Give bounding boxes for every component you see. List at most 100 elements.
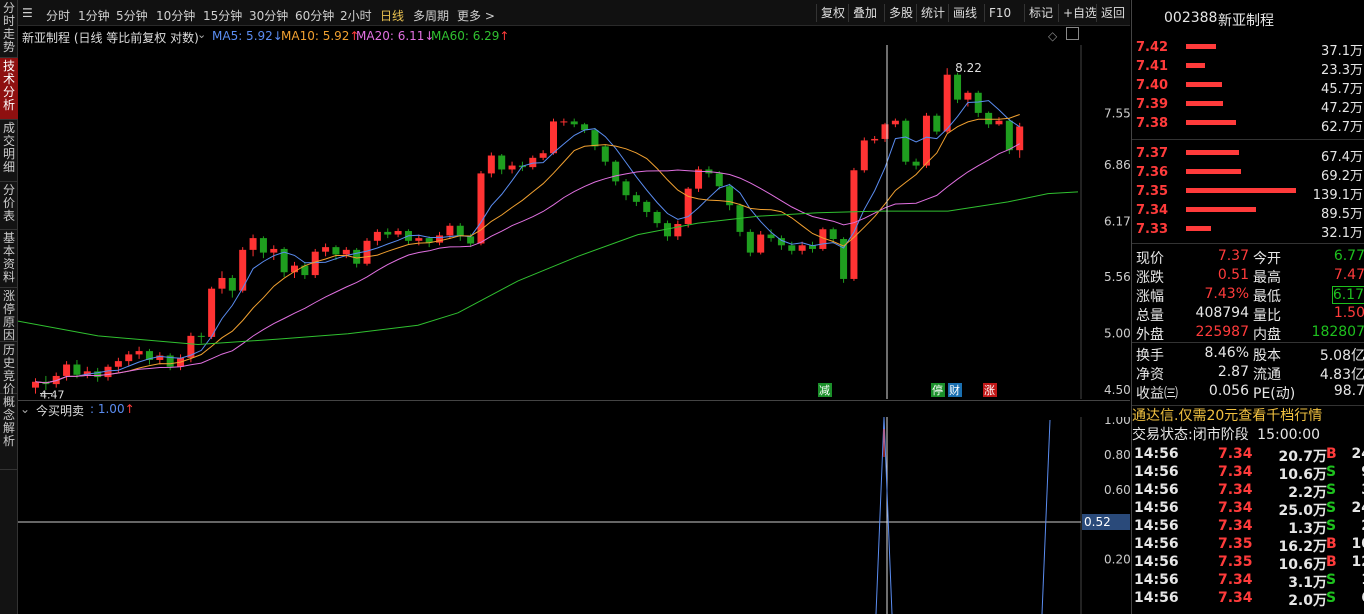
toolbar-button-8[interactable]: 返回 <box>1096 4 1129 22</box>
period-tab-2[interactable]: 5分钟 <box>116 7 148 24</box>
indicator-settings-icon[interactable]: ⌄ <box>20 402 30 416</box>
period-tab-0[interactable]: 分时 <box>46 7 70 24</box>
tick-row[interactable]: 14:56 7.34 20.7万B 24 <box>1132 446 1364 465</box>
tick-price: 7.35 <box>1218 554 1253 570</box>
stock-header: 002388 新亚制程 <box>1132 10 1364 29</box>
order-price: 7.42 <box>1136 40 1169 55</box>
toolbar-button-1[interactable]: 叠加 <box>848 4 881 22</box>
stat-value: 0.51 <box>1217 267 1249 283</box>
tick-side: S <box>1326 500 1337 516</box>
candle <box>342 249 350 255</box>
maximize-icon[interactable] <box>1066 27 1079 40</box>
period-tab-7[interactable]: 2小时 <box>340 7 372 24</box>
tick-row[interactable]: 14:567.3410.6万S9 <box>1132 464 1364 483</box>
candle <box>767 234 775 239</box>
side-tab[interactable]: 技术分析 <box>0 58 18 120</box>
tick-row[interactable]: 14:56 7.34 25.0万S 24 <box>1132 500 1364 519</box>
candle <box>208 288 216 337</box>
period-tab-6[interactable]: 60分钟 <box>295 7 334 24</box>
candle <box>674 224 682 237</box>
tick-price: 7.34 <box>1218 464 1253 480</box>
y-tick-label: 7.55 <box>1104 107 1130 121</box>
side-tab[interactable]: 概念解析 <box>0 394 18 470</box>
toolbar-button-6[interactable]: 标记 <box>1024 4 1057 22</box>
toolbar-button-7[interactable]: +自选 <box>1058 4 1101 22</box>
tick-price: 7.34 <box>1218 518 1253 534</box>
tick-row[interactable]: 14:567.342.0万S6 <box>1132 590 1364 609</box>
period-tab-5[interactable]: 30分钟 <box>249 7 288 24</box>
tick-time: 14:56 <box>1134 554 1179 570</box>
ma5-line <box>35 100 1020 384</box>
candle <box>456 225 464 237</box>
event-tag[interactable]: 减 <box>819 384 830 397</box>
indicator-chart[interactable]: 1.000.800.600.400.200.52 <box>18 417 1130 614</box>
order-level: 7.39 47.2万 <box>1132 97 1364 116</box>
tick-price: 7.34 <box>1218 500 1253 516</box>
stat-value: 7.47 <box>1333 267 1364 283</box>
candle <box>922 115 930 166</box>
toolbar-button-4[interactable]: 画线 <box>948 4 981 22</box>
candle <box>508 165 516 170</box>
tick-volume: 16.2万 <box>1278 539 1327 555</box>
stat-row: 换手 8.46% 股本 5.08亿 <box>1132 345 1364 364</box>
stat-value: 4.83亿 <box>1319 367 1364 383</box>
period-tab-4[interactable]: 15分钟 <box>203 7 242 24</box>
trade-status: 交易状态:闭市阶段 15:00:00 <box>1132 427 1364 446</box>
event-tag[interactable]: 停 <box>932 383 943 397</box>
tick-time: 14:56 <box>1134 572 1179 588</box>
toolbar-button-3[interactable]: 统计 <box>916 4 949 22</box>
diamond-icon[interactable]: ◇ <box>1048 29 1057 43</box>
side-tab[interactable]: 涨停原因 <box>0 288 18 342</box>
toolbar-button-5[interactable]: F10 <box>984 4 1015 22</box>
order-price: 7.37 <box>1136 146 1169 161</box>
order-bar <box>1186 82 1223 87</box>
candle <box>384 231 392 235</box>
stat-value: 6.17 <box>1331 286 1364 304</box>
order-bar <box>1186 150 1239 155</box>
candle <box>270 248 278 253</box>
toolbar-button-0[interactable]: 复权 <box>816 4 849 22</box>
candle <box>259 238 267 253</box>
side-tab[interactable]: 分价表 <box>0 182 18 230</box>
tick-row[interactable]: 14:567.342.2万S3 <box>1132 482 1364 501</box>
period-tab-1[interactable]: 1分钟 <box>78 7 110 24</box>
side-tab[interactable]: 成交明细 <box>0 120 18 182</box>
ma-settings-icon[interactable]: ⌄ <box>197 28 206 41</box>
promo-banner[interactable]: 通达信.仅需20元查看千档行情 <box>1132 405 1364 427</box>
period-tab-3[interactable]: 10分钟 <box>156 7 195 24</box>
order-level: 7.40 45.7万 <box>1132 78 1364 97</box>
candle <box>332 247 340 255</box>
period-tab-9[interactable]: 多周期 <box>413 7 449 24</box>
cursor-value: 0.52 <box>1084 515 1111 529</box>
book-divider <box>1132 243 1364 244</box>
side-tab[interactable]: 基本资料 <box>0 230 18 288</box>
tick-row[interactable]: 14:567.341.3万S2 <box>1132 518 1364 537</box>
period-tab-10[interactable]: 更多 > <box>457 7 495 24</box>
book-divider <box>1132 139 1364 140</box>
stock-name: 新亚制程 <box>1218 13 1274 29</box>
candle <box>560 121 568 123</box>
candle <box>891 120 899 125</box>
indicator-value: : 1.00↑ <box>90 402 135 416</box>
order-price: 7.38 <box>1136 116 1169 131</box>
toolbar-button-2[interactable]: 多股 <box>884 4 917 22</box>
stat-value: 7.37 <box>1217 248 1249 264</box>
candlestick-chart[interactable]: 7.556.866.175.565.004.508.224.47 减停财涨 <box>18 45 1130 399</box>
candle <box>850 170 858 279</box>
tick-row[interactable]: 14:56 7.35 10.6万B 12 <box>1132 554 1364 573</box>
order-price: 7.34 <box>1136 203 1169 218</box>
period-tab-8[interactable]: 日线 <box>380 7 404 24</box>
candle <box>135 351 143 355</box>
y-tick-label: 6.86 <box>1104 158 1130 172</box>
menu-icon[interactable]: ☰ <box>22 6 33 20</box>
tick-price: 7.34 <box>1218 446 1253 462</box>
quote-panel: 002388 新亚制程 7.42 37.1万 7.41 23.3万 7.40 45.7万 7… <box>1131 0 1364 614</box>
event-tag[interactable]: 涨 <box>984 384 995 397</box>
side-tab[interactable]: 分时走势 <box>0 0 18 58</box>
side-tab[interactable]: 历史竞价 <box>0 342 18 396</box>
stat-label: 流通 <box>1253 367 1281 383</box>
event-tag[interactable]: 财 <box>949 383 960 397</box>
tick-row[interactable]: 14:56 7.35 16.2万B 10 <box>1132 536 1364 555</box>
stat-label: 现价 <box>1136 251 1164 267</box>
tick-row[interactable]: 14:567.343.1万S1 <box>1132 572 1364 591</box>
